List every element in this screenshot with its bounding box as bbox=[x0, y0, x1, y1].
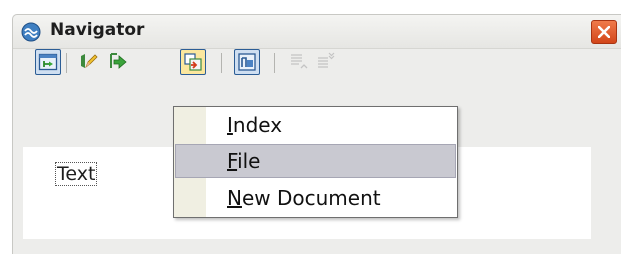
demote-level-icon bbox=[318, 52, 335, 68]
menu-item-label: File bbox=[227, 149, 261, 173]
edit-pencil-icon bbox=[81, 54, 98, 69]
drag-mode-button[interactable] bbox=[180, 49, 206, 75]
close-icon bbox=[598, 26, 610, 38]
tree-item-text[interactable]: Text bbox=[55, 162, 98, 186]
menu-item-index[interactable]: Index bbox=[175, 108, 456, 142]
edit-button[interactable] bbox=[77, 49, 103, 75]
drag-mode-menu: Index File New Document bbox=[173, 106, 458, 218]
menu-item-new-document[interactable]: New Document bbox=[175, 181, 456, 215]
close-button[interactable] bbox=[591, 20, 617, 44]
document-list-icon bbox=[238, 53, 256, 71]
toggle-content-view-icon bbox=[38, 53, 58, 71]
menu-item-file[interactable]: File bbox=[175, 144, 456, 178]
toolbar-separator bbox=[221, 53, 222, 73]
drag-mode-icon bbox=[184, 53, 202, 71]
window-title: Navigator bbox=[50, 20, 145, 40]
menu-item-label: Index bbox=[227, 113, 283, 137]
promote-level-icon bbox=[291, 54, 308, 69]
toggle-content-view-button[interactable] bbox=[35, 49, 61, 75]
toolbar-separator bbox=[274, 53, 275, 73]
navigation-button[interactable] bbox=[106, 49, 132, 75]
promote-level-button[interactable] bbox=[287, 49, 313, 75]
menu-item-label: New Document bbox=[227, 186, 381, 210]
navigator-app-icon bbox=[21, 22, 41, 42]
document-list-button[interactable] bbox=[234, 49, 260, 75]
toolbar-separator bbox=[66, 53, 67, 73]
navigation-arrow-icon bbox=[110, 53, 127, 69]
demote-level-button[interactable] bbox=[314, 49, 340, 75]
title-bar[interactable]: Navigator bbox=[13, 15, 621, 49]
